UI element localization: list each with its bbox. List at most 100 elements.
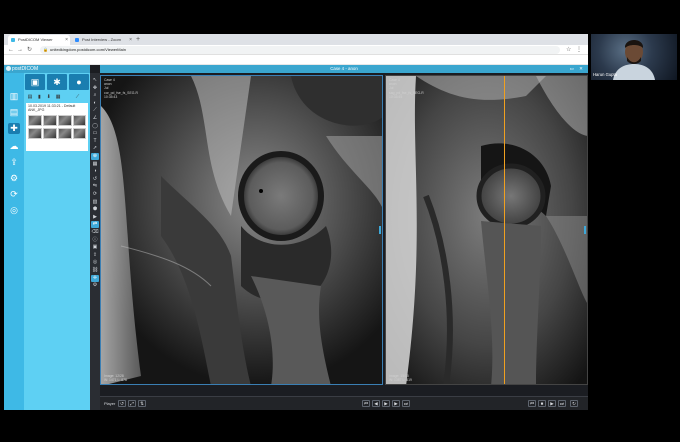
link-icon[interactable]: ⟋ <box>74 93 82 102</box>
rotate-icon[interactable]: ↺ <box>118 400 126 407</box>
ellipse-icon[interactable]: ◯ <box>91 123 99 130</box>
lock-study-icon[interactable]: ▮ <box>35 93 43 102</box>
length-icon[interactable]: ⟋ <box>91 107 99 114</box>
forward-icon[interactable]: → <box>17 46 23 54</box>
magnify-icon[interactable]: ⊕ <box>91 153 99 160</box>
link-icon[interactable]: ⛓ <box>91 267 99 274</box>
series-thumbnail[interactable] <box>58 128 72 139</box>
viewport-right-meta: Case 4 anon Jul sag_pd_fse_fs_SEG-R 10:3… <box>389 78 424 99</box>
new-tab-icon[interactable]: + <box>136 35 140 44</box>
last-frame-icon[interactable]: ⏭ <box>402 400 410 407</box>
settings-icon[interactable]: ⚙ <box>8 173 20 184</box>
play-icon[interactable]: ▶ <box>382 400 390 407</box>
app-sidebar: ▥ ▤ ✚ ☁ ⇪ ⚙ ⟳ ◎ <box>4 65 24 410</box>
menu-icon[interactable]: ⋮ <box>576 46 582 54</box>
series-thumbnail[interactable] <box>58 115 72 126</box>
sync-icon[interactable]: ⟳ <box>8 189 20 200</box>
browser-window: PostDICOM Viewer × Post Interview - Zoom… <box>4 34 588 410</box>
view-icon[interactable]: ▦ <box>54 93 62 102</box>
info-icon[interactable]: ⓘ <box>91 237 99 244</box>
cine-first-icon[interactable]: ⏮ <box>528 400 536 407</box>
sync-icon[interactable]: ⇄ <box>91 221 99 229</box>
angle-icon[interactable]: ∠ <box>91 115 99 122</box>
study-subtitle: ANK_JPG <box>28 108 45 113</box>
export-icon[interactable]: ⇪ <box>91 252 99 259</box>
screen: PostDICOM Viewer × Post Interview - Zoom… <box>0 0 680 442</box>
webcam-name: Harun Gupta <box>593 72 617 77</box>
fusion-icon[interactable]: ◎ <box>91 259 99 266</box>
fullscreen-icon[interactable]: ⤢ <box>128 400 136 407</box>
mri-coronal-image <box>101 76 382 384</box>
brand-name: postDICOM <box>12 66 39 72</box>
tab-close-icon[interactable]: × <box>129 35 132 45</box>
crosshair-icon[interactable]: ✛ <box>91 274 99 282</box>
print-icon[interactable]: ▤ <box>26 93 34 102</box>
browser-tab-postdicom[interactable]: PostDICOM Viewer × <box>8 35 70 45</box>
pointer-icon[interactable]: ↖ <box>91 77 99 84</box>
tab-favicon-icon <box>11 38 15 42</box>
browser-tab-zoom[interactable]: Post Interview - Zoom × <box>72 35 134 45</box>
reload-icon[interactable]: ↻ <box>27 46 32 54</box>
layout-grid-icon[interactable]: ▦ <box>91 161 99 168</box>
eraser-icon[interactable]: ⌫ <box>91 229 99 236</box>
flip-icon[interactable]: ⇋ <box>91 183 99 190</box>
series-thumbnail[interactable] <box>73 128 86 139</box>
text-icon[interactable]: T <box>91 138 99 145</box>
upload-cloud-icon[interactable]: ☁ <box>8 141 20 152</box>
studies-icon[interactable]: ▥ <box>8 91 20 102</box>
disk-icon[interactable]: ◎ <box>8 205 20 216</box>
study-card[interactable]: 10.03.2019 11:33:21 - Default ANK_JPG <box>26 103 88 151</box>
layout-icon[interactable]: ▣ <box>25 74 45 90</box>
rectangle-icon[interactable]: ▭ <box>91 130 99 137</box>
viewer-icon[interactable]: ✚ <box>8 123 20 134</box>
window-level-icon[interactable]: ◐ <box>91 100 99 107</box>
viewport-left-footer: Image: 12/28 W: 1471 L: 878 <box>104 374 127 382</box>
mpr-icon[interactable]: ▧ <box>91 199 99 206</box>
folder-icon[interactable]: ▤ <box>8 107 20 118</box>
close-case-icon[interactable]: ✕ <box>579 65 583 73</box>
cine-icon[interactable]: ▶ <box>91 214 99 221</box>
tab-favicon-icon <box>75 38 79 42</box>
sync-scroll-icon[interactable]: ⇅ <box>138 400 146 407</box>
first-frame-icon[interactable]: ⏮ <box>362 400 370 407</box>
tab-close-icon[interactable]: × <box>65 35 68 45</box>
series-thumbnail[interactable] <box>28 128 42 139</box>
star-icon[interactable]: ☆ <box>566 46 571 54</box>
slice-scroll-handle[interactable] <box>379 226 381 234</box>
study-title: 10.03.2019 11:33:21 - Default ANK_JPG <box>28 104 86 113</box>
series-thumbnail[interactable] <box>28 115 42 126</box>
cine-play-icon[interactable]: ▶ <box>548 400 556 407</box>
series-thumbnail[interactable] <box>43 128 57 139</box>
address-bar[interactable]: 🔒 unitedkingdom.postdicom.com/ViewerMain <box>40 46 560 54</box>
browser-tab-bar: PostDICOM Viewer × Post Interview - Zoom… <box>4 34 588 45</box>
slice-scroll-handle[interactable] <box>584 226 586 234</box>
cine-next-icon[interactable]: ⏭ <box>558 400 566 407</box>
back-icon[interactable]: ← <box>8 46 14 54</box>
share-icon[interactable]: ⇪ <box>8 157 20 168</box>
viewport-coronal[interactable]: Case 4 anon Jul cor_pd_fse_fs_SEG-R 10:3… <box>100 75 383 385</box>
download-icon[interactable]: ⬇ <box>45 93 53 102</box>
series-thumbnail[interactable] <box>73 115 86 126</box>
crosshair-line[interactable] <box>504 76 505 384</box>
meta-line: 10:35:45 <box>389 94 403 99</box>
save-icon[interactable]: ▣ <box>91 244 99 251</box>
invert-icon[interactable]: ◑ <box>91 168 99 175</box>
patient-icon[interactable]: ● <box>69 74 89 90</box>
minimize-icon[interactable]: ▭ <box>570 65 574 73</box>
series-thumbnail[interactable] <box>43 115 57 126</box>
settings-icon[interactable]: ⚙ <box>91 282 99 289</box>
tab-label: Post Interview - Zoom <box>82 37 121 42</box>
zoom-icon[interactable]: ⌕ <box>91 92 99 99</box>
pan-icon[interactable]: ✥ <box>91 85 99 92</box>
tools-icon[interactable]: ✱ <box>47 74 67 90</box>
prev-frame-icon[interactable]: ◀ <box>372 400 380 407</box>
cine-stop-icon[interactable]: ■ <box>538 400 546 407</box>
panel-buttons: ▣ ✱ ● <box>24 73 90 91</box>
3d-icon[interactable]: ⬢ <box>91 206 99 213</box>
arrow-icon[interactable]: ➚ <box>91 145 99 152</box>
viewport-sagittal[interactable]: Case 4 anon Jul sag_pd_fse_fs_SEG-R 10:3… <box>385 75 588 385</box>
next-frame-icon[interactable]: ▶ <box>392 400 400 407</box>
reset-icon[interactable]: ↺ <box>91 176 99 183</box>
rotate-icon[interactable]: ⟳ <box>91 191 99 198</box>
cine-loop-icon[interactable]: ↻ <box>570 400 578 407</box>
